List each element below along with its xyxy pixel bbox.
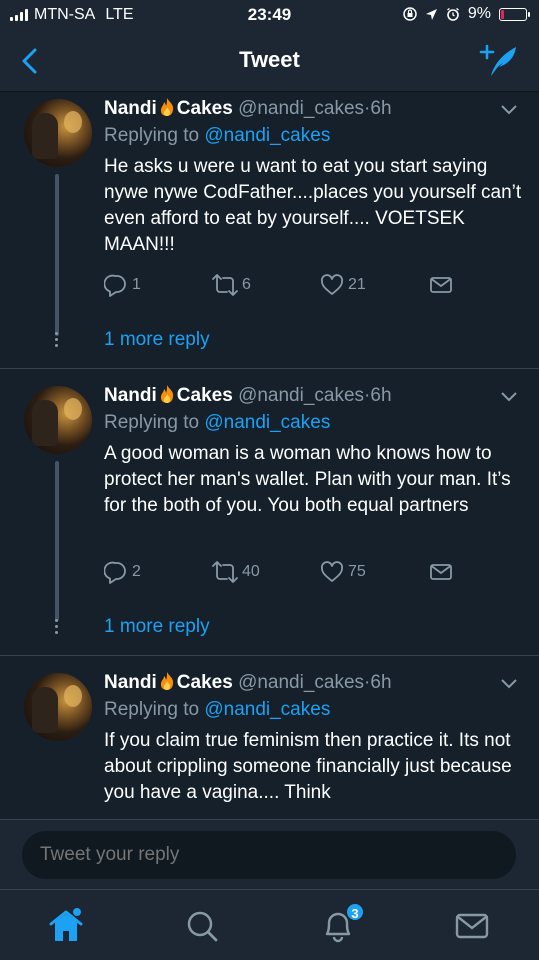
tab-bar — [0, 889, 539, 960]
like-button[interactable]: 75 — [320, 560, 366, 584]
author-handle[interactable]: @nandi_cakes — [238, 98, 364, 119]
retweet-button[interactable]: 40 — [212, 560, 260, 584]
screen-lock-icon — [403, 7, 417, 21]
retweet-icon — [212, 274, 238, 296]
replying-mention[interactable]: @nandi_cakes — [204, 125, 330, 146]
reply-button[interactable]: 2 — [104, 560, 141, 584]
author-name-suffix[interactable]: Cakes — [177, 672, 233, 693]
tweet-author-row: Nandi Cakes @nandi_cakes·6h — [104, 97, 392, 120]
tweet-card[interactable]: Nandi Cakes @nandi_cakes·6h Replying to @… — [0, 369, 539, 655]
tweet-author-row: Nandi Cakes @nandi_cakes·6h — [104, 671, 392, 694]
author-name-suffix[interactable]: Cakes — [177, 98, 233, 119]
author-name[interactable]: Nandi — [104, 672, 157, 693]
avatar[interactable] — [24, 386, 92, 454]
tweet-card[interactable]: Nandi Cakes @nandi_cakes·6h Replying to @… — [0, 656, 539, 819]
conversation-feed[interactable]: Nandi Cakes @nandi_cakes·6h Replying to @… — [0, 92, 539, 819]
home-icon[interactable] — [46, 906, 86, 946]
reply-icon — [104, 274, 126, 297]
thread-dots — [55, 332, 59, 347]
retweet-count: 6 — [242, 276, 251, 293]
replying-to: Replying to @nandi_cakes — [104, 412, 330, 434]
tweet-time: 6h — [370, 672, 392, 693]
alarm-icon — [446, 7, 459, 21]
replying-mention[interactable]: @nandi_cakes — [204, 699, 330, 720]
navigation-header: Tweet — [0, 30, 539, 92]
replying-to: Replying to @nandi_cakes — [104, 699, 330, 721]
flame-emoji-icon — [160, 385, 173, 403]
replying-label: Replying to — [104, 125, 200, 146]
battery-percent: 9% — [467, 5, 491, 22]
retweet-button[interactable]: 6 — [212, 273, 251, 297]
page-title: Tweet — [239, 47, 300, 72]
tweet-text: A good woman is a woman who knows how to… — [104, 443, 511, 516]
replying-to: Replying to @nandi_cakes — [104, 125, 330, 147]
reply-count: 2 — [132, 563, 141, 580]
replying-mention[interactable]: @nandi_cakes — [204, 412, 330, 433]
reply-icon — [104, 561, 126, 584]
tweet-author-row: Nandi Cakes @nandi_cakes·6h — [104, 384, 392, 407]
share-icon — [430, 564, 452, 580]
reply-count: 1 — [132, 276, 141, 293]
author-name-suffix[interactable]: Cakes — [177, 385, 233, 406]
tweet-reply-input[interactable] — [22, 831, 516, 879]
retweet-icon — [212, 561, 238, 583]
like-icon — [320, 274, 344, 295]
like-count: 21 — [348, 276, 366, 293]
author-handle[interactable]: @nandi_cakes — [238, 672, 364, 693]
location-icon — [425, 8, 437, 20]
retweet-count: 40 — [242, 563, 260, 580]
share-button[interactable] — [429, 560, 453, 584]
more-replies-link[interactable]: 1 more reply — [104, 616, 210, 638]
tweet-text: If you claim true feminism then practice… — [104, 730, 512, 803]
search-icon[interactable] — [182, 906, 222, 946]
author-name[interactable]: Nandi — [104, 98, 157, 119]
like-count: 75 — [348, 563, 366, 580]
status-bar: MTN-SA LTE 23:49 9% — [0, 0, 539, 30]
flame-emoji-icon — [160, 98, 173, 116]
avatar[interactable] — [24, 673, 92, 741]
status-right: 9% — [403, 5, 530, 23]
flame-emoji-icon — [160, 672, 173, 690]
tweet-text: He asks u were u want to eat you start s… — [104, 156, 522, 255]
author-handle[interactable]: @nandi_cakes — [238, 385, 364, 406]
chevron-down-icon[interactable] — [501, 392, 517, 402]
thread-line — [55, 174, 59, 336]
messages-icon[interactable] — [452, 906, 492, 946]
chevron-down-icon[interactable] — [501, 105, 517, 115]
tweet-card[interactable]: Nandi Cakes @nandi_cakes·6h Replying to @… — [0, 92, 539, 368]
reply-composer-bar — [0, 819, 539, 889]
like-button[interactable]: 21 — [320, 273, 366, 297]
battery-icon — [499, 7, 530, 21]
like-icon — [320, 561, 344, 582]
compose-tweet-icon[interactable] — [479, 44, 519, 78]
replying-label: Replying to — [104, 412, 200, 433]
tweet-actions: 2 40 75 — [104, 560, 464, 584]
tweet-actions: 1 6 21 — [104, 273, 464, 297]
avatar[interactable] — [24, 99, 92, 167]
reply-button[interactable]: 1 — [104, 273, 141, 297]
chevron-down-icon[interactable] — [501, 679, 517, 689]
tweet-time: 6h — [370, 385, 392, 406]
tweet-time: 6h — [370, 98, 392, 119]
more-replies-link[interactable]: 1 more reply — [104, 329, 210, 351]
replying-label: Replying to — [104, 699, 200, 720]
thread-dots — [55, 619, 59, 634]
share-button[interactable] — [429, 273, 453, 297]
notifications-badge: 3 — [345, 902, 365, 922]
thread-line — [55, 461, 59, 621]
author-name[interactable]: Nandi — [104, 385, 157, 406]
share-icon — [430, 277, 452, 293]
